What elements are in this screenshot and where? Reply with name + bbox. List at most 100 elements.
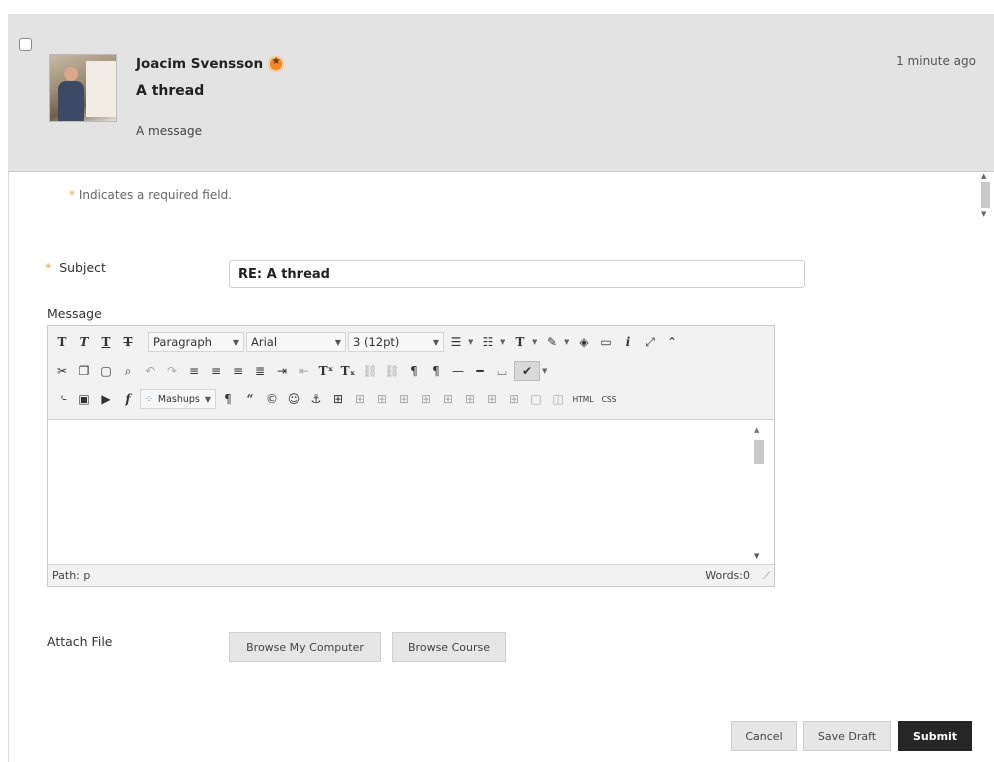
bullet-list-icon[interactable]: ☰ [446,332,466,352]
align-justify-icon[interactable]: ≣ [250,361,270,381]
nonbreaking-space-icon[interactable]: ⌴ [492,361,512,381]
author-name[interactable]: Joacim Svensson [136,56,263,72]
eraser-icon[interactable]: ◈ [574,332,594,352]
spellcheck-icon[interactable]: ✔ [514,361,540,381]
post-checkbox[interactable] [19,38,32,51]
align-center-icon[interactable]: ≡ [206,361,226,381]
table-cell-props-icon[interactable]: ⊞ [372,389,392,409]
page-scrollbar[interactable]: ▲ ▼ [978,172,992,228]
indent-icon[interactable]: ⇥ [272,361,292,381]
blockquote-icon[interactable]: “ [240,389,260,409]
chevron-down-icon[interactable]: ▼ [532,338,540,346]
strikethrough-icon[interactable]: T [118,332,138,352]
horizontal-rule-icon[interactable]: — [448,361,468,381]
delete-row-icon[interactable]: ⊞ [438,389,458,409]
chevron-down-icon[interactable]: ▼ [542,367,550,375]
submit-button[interactable]: Submit [898,721,972,751]
scroll-up-icon[interactable]: ▲ [981,172,986,180]
editor-path: Path: p [52,569,91,582]
underline-icon[interactable]: T [96,332,116,352]
split-cells-icon[interactable]: □ [526,389,546,409]
thread-title: A thread [136,83,205,99]
rtl-icon[interactable]: ¶ [426,361,446,381]
chevron-down-icon: ▼ [432,337,439,347]
editor-scrollbar[interactable]: ▲ ▼ [752,426,766,560]
info-icon[interactable]: i [618,332,638,352]
html-source-button[interactable]: HTML [570,389,596,409]
editor-toolbar: T T T T Paragraph ▼ Arial ▼ 3 (12pt) ▼ ☰ ▼ ☷… [48,326,774,420]
thick-rule-icon[interactable]: ━ [470,361,490,381]
insert-col-before-icon[interactable]: ⊞ [460,389,480,409]
superscript-icon[interactable]: Tˣ [316,361,336,381]
unlink-icon[interactable]: ⛓ [382,361,402,381]
size-select[interactable]: 3 (12pt) ▼ [348,332,444,352]
scroll-up-icon[interactable]: ▲ [754,426,759,434]
insert-row-after-icon[interactable]: ⊞ [416,389,436,409]
insert-image-icon[interactable]: ▣ [74,389,94,409]
numbered-list-icon[interactable]: ☷ [478,332,498,352]
redo-icon[interactable]: ↷ [162,361,182,381]
resize-grip-icon[interactable]: ⟋ [763,571,770,582]
chevron-down-icon[interactable]: ▼ [468,338,476,346]
preview-icon[interactable]: ▭ [596,332,616,352]
scroll-down-icon[interactable]: ▼ [754,552,759,560]
align-left-icon[interactable]: ≡ [184,361,204,381]
undo-icon[interactable]: ↶ [140,361,160,381]
chevron-down-icon[interactable]: ▼ [564,338,572,346]
subject-input[interactable] [229,260,805,288]
copy-icon[interactable]: ❐ [74,361,94,381]
insert-row-before-icon[interactable]: ⊞ [394,389,414,409]
delete-col-icon[interactable]: ⊞ [504,389,524,409]
mashups-value: Mashups [157,393,200,405]
copyright-icon[interactable]: © [262,389,282,409]
attachment-icon[interactable]: ⌎ [52,389,72,409]
mashups-icon: ⁘ [145,393,153,405]
outdent-icon[interactable]: ⇤ [294,361,314,381]
math-formula-icon[interactable]: f [118,389,138,409]
browse-my-computer-button[interactable]: Browse My Computer [229,632,381,662]
highlight-pen-icon[interactable]: ✎ [542,332,562,352]
fullscreen-icon[interactable]: ⤢ [640,332,660,352]
chevron-down-icon: ▼ [334,337,341,347]
align-right-icon[interactable]: ≡ [228,361,248,381]
thread-message: A message [136,124,202,138]
save-draft-button[interactable]: Save Draft [803,721,891,751]
emoticon-icon[interactable]: ☺ [284,389,304,409]
link-icon[interactable]: ⛓ [360,361,380,381]
collapse-toolbar-icon[interactable]: ⌃ [662,332,682,352]
format-select[interactable]: Paragraph ▼ [148,332,244,352]
scroll-thumb[interactable] [754,440,764,464]
font-select[interactable]: Arial ▼ [246,332,346,352]
size-select-value: 3 (12pt) [353,335,400,349]
message-label: Message [47,306,102,321]
italic-icon[interactable]: T [74,332,94,352]
editor-content-area[interactable]: ▲ ▼ [48,421,774,564]
find-icon[interactable]: ⌕ [118,361,138,381]
toolbar-row-2: ✂ ❐ ▢ ⌕ ↶ ↷ ≡ ≡ ≡ ≣ ⇥ ⇤ Tˣ Tₓ ⛓ ⛓ ¶ ¶ — … [52,359,550,383]
insert-media-icon[interactable]: ▶ [96,389,116,409]
chevron-down-icon[interactable]: ▼ [500,338,508,346]
paste-icon[interactable]: ▢ [96,361,116,381]
scroll-down-icon[interactable]: ▼ [981,210,986,218]
format-select-value: Paragraph [153,335,212,349]
cancel-button[interactable]: Cancel [731,721,797,751]
merge-cells-icon[interactable]: ◫ [548,389,568,409]
css-button[interactable]: CSS [598,389,620,409]
word-count: Words:0 [705,569,750,582]
browse-course-button[interactable]: Browse Course [392,632,506,662]
author-row: Joacim Svensson [136,56,285,72]
insert-col-after-icon[interactable]: ⊞ [482,389,502,409]
cut-icon[interactable]: ✂ [52,361,72,381]
mashups-select[interactable]: ⁘ Mashups ▼ [140,389,216,409]
paragraph-mark-icon[interactable]: ¶ [218,389,238,409]
rich-text-editor: T T T T Paragraph ▼ Arial ▼ 3 (12pt) ▼ ☰ ▼ ☷… [47,325,775,587]
table-row-props-icon[interactable]: ⊞ [350,389,370,409]
insert-table-icon[interactable]: ⊞ [328,389,348,409]
ltr-icon[interactable]: ¶ [404,361,424,381]
anchor-icon[interactable]: ⚓ [306,389,326,409]
required-note-text: Indicates a required field. [78,188,232,202]
scroll-thumb[interactable] [981,182,990,208]
text-color-icon[interactable]: T [510,332,530,352]
bold-icon[interactable]: T [52,332,72,352]
subscript-icon[interactable]: Tₓ [338,361,358,381]
